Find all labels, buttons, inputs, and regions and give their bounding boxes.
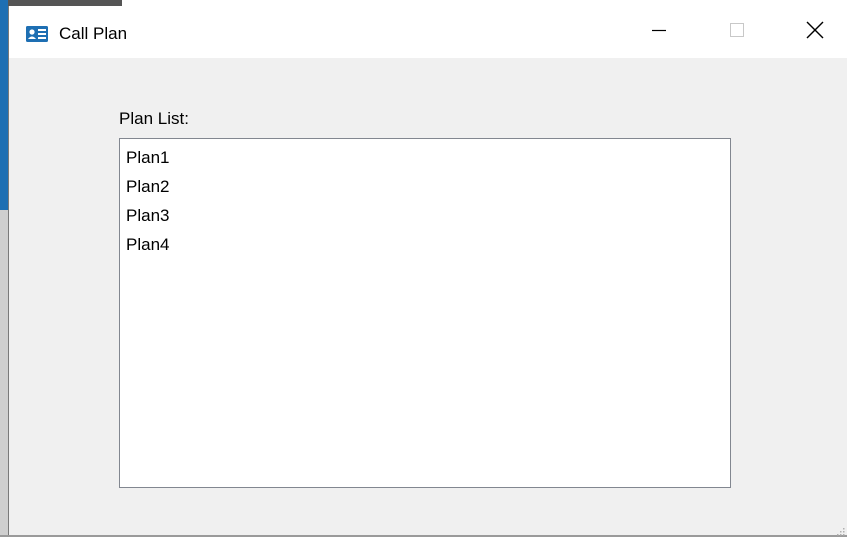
client-area: Plan List: Plan1 Plan2 Plan3 Plan4 xyxy=(9,58,847,536)
list-item-plan1[interactable]: Plan1 xyxy=(126,143,724,172)
plan-list-label: Plan List: xyxy=(119,109,189,128)
background-window-body xyxy=(0,210,8,537)
minimize-button[interactable] xyxy=(629,6,689,58)
background-window-accent xyxy=(0,0,8,210)
close-icon xyxy=(806,21,824,44)
title-bar[interactable]: Call Plan xyxy=(9,6,847,58)
maximize-button xyxy=(707,6,767,58)
resize-grip-icon[interactable] xyxy=(835,523,845,536)
desktop: Call Plan Plan List: Plan1 Plan2 Plan3 P… xyxy=(0,0,847,537)
list-item-plan3[interactable]: Plan3 xyxy=(126,201,724,230)
list-item-plan4[interactable]: Plan4 xyxy=(126,230,724,259)
window-title: Call Plan xyxy=(59,24,128,43)
maximize-icon xyxy=(729,22,745,43)
minimize-icon xyxy=(651,22,667,43)
call-plan-app-icon[interactable] xyxy=(26,26,48,42)
call-plan-window: Call Plan Plan List: Plan1 Plan2 Plan3 P… xyxy=(8,6,847,536)
plan-listbox[interactable]: Plan1 Plan2 Plan3 Plan4 xyxy=(119,138,731,488)
close-button[interactable] xyxy=(785,6,845,58)
list-item-plan2[interactable]: Plan2 xyxy=(126,172,724,201)
